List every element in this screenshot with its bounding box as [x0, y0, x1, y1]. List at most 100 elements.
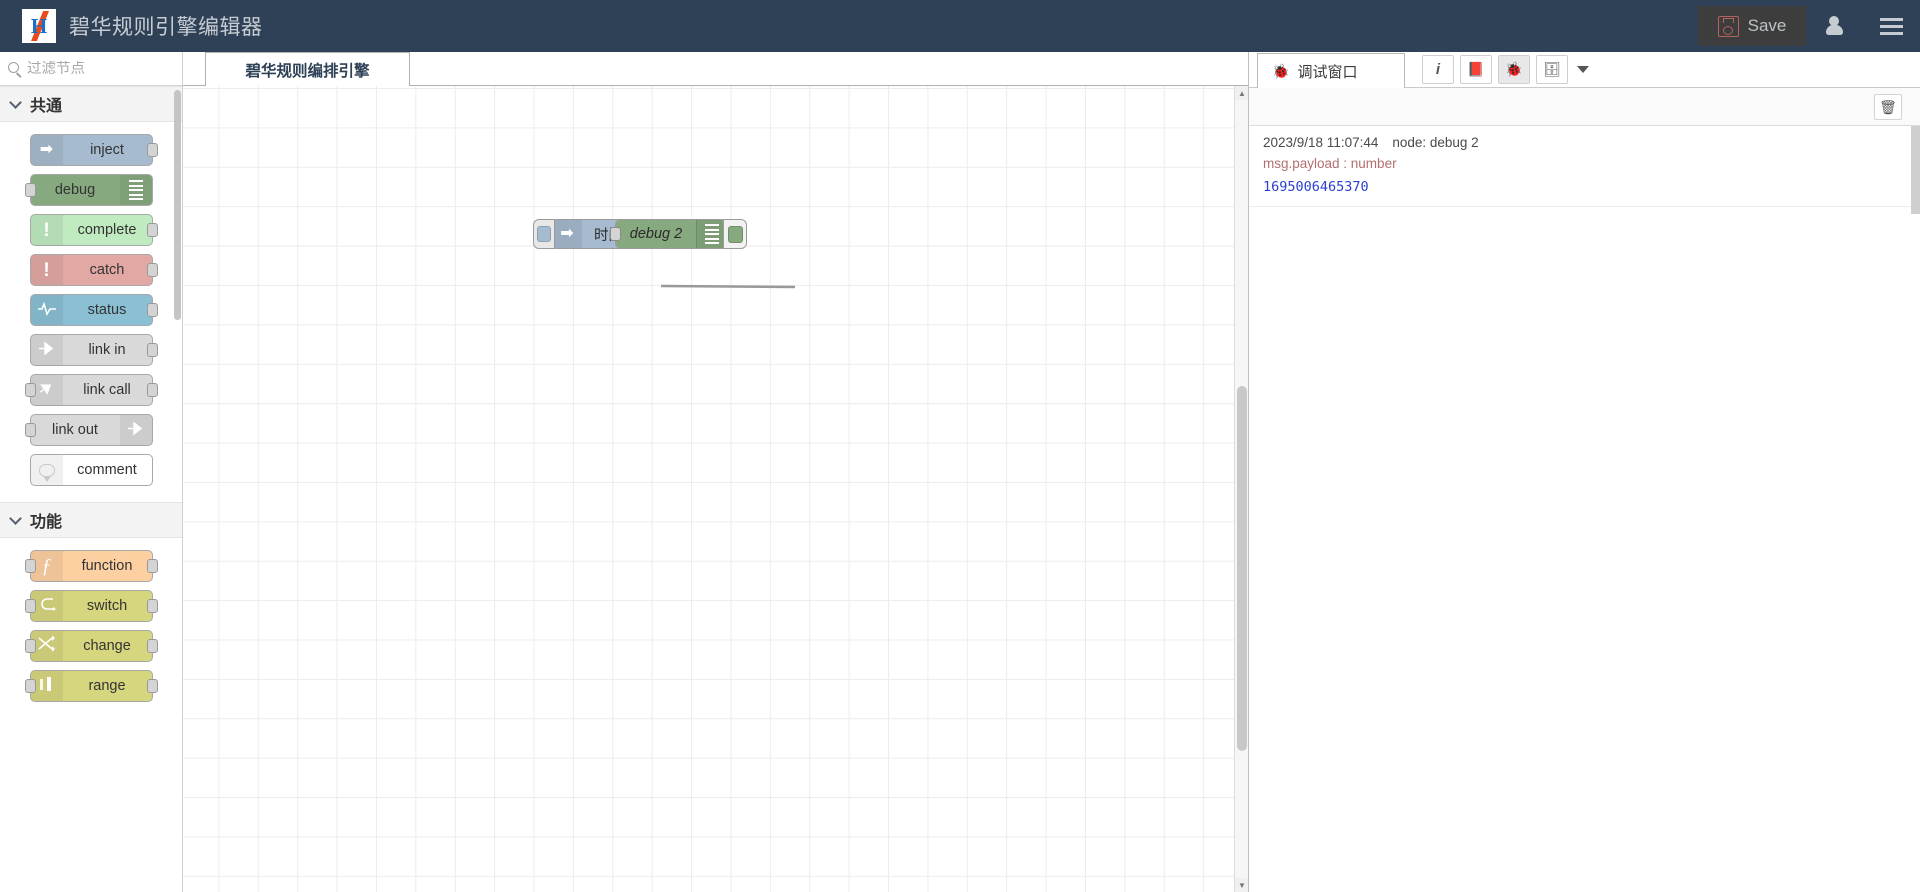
context-data-icon: 🗄 — [1543, 61, 1561, 77]
palette-node-label: comment — [77, 462, 137, 478]
palette-scroll-thumb[interactable] — [174, 90, 181, 320]
debug-toggle-button[interactable] — [723, 219, 747, 249]
node-input-port[interactable] — [24, 679, 36, 693]
palette-node-link-out[interactable]: link out — [24, 414, 153, 446]
palette-node-link-call[interactable]: link call — [24, 374, 158, 406]
palette-category-label: 共通 — [30, 98, 63, 115]
node-input-port[interactable] — [24, 423, 36, 437]
palette-node-comment[interactable]: comment — [29, 454, 153, 486]
debug-scrollbar[interactable] — [1911, 126, 1920, 892]
link-arrow-icon — [126, 421, 145, 439]
app-logo: H — [22, 9, 56, 43]
debug-bug-icon: 🐞 — [1505, 61, 1523, 77]
palette-node-status[interactable]: status — [29, 294, 158, 326]
palette-node-list: ƒ function switch change range — [0, 538, 182, 718]
flow-node-icon — [696, 220, 726, 248]
palette-node-label: function — [81, 558, 133, 574]
palette-node-debug[interactable]: debug — [24, 174, 153, 206]
help-book-button[interactable]: 📕 — [1460, 55, 1492, 84]
page-title: 碧华规则引擎编辑器 — [69, 16, 263, 39]
tab-flow[interactable]: 碧华规则编排引擎 — [205, 52, 410, 86]
node-output-port[interactable] — [146, 303, 158, 317]
context-data-button[interactable]: 🗄 — [1536, 55, 1568, 84]
node-output-port[interactable] — [146, 559, 158, 573]
change-icon — [37, 634, 56, 657]
lines-icon — [704, 224, 719, 244]
palette-node-icon — [30, 295, 63, 325]
info-icon: i — [1435, 61, 1441, 78]
function-f-icon: ƒ — [41, 555, 52, 577]
header-actions: Save — [1698, 0, 1920, 52]
debug-toolbar: 🗑 — [1249, 88, 1920, 126]
flow-canvas[interactable]: ➡时间戳debug 2 — [183, 86, 1248, 892]
palette-category-共通[interactable]: 共通 — [0, 86, 182, 122]
trash-icon: 🗑 — [1879, 98, 1897, 115]
palette-node-list: ➡ inject debug ! complete! catch status link in… — [0, 122, 182, 502]
palette-node-change[interactable]: change — [24, 630, 158, 662]
palette-node-icon — [30, 335, 63, 365]
clear-debug-button[interactable]: 🗑 — [1874, 93, 1902, 120]
node-input-port[interactable] — [610, 227, 621, 241]
chevron-down-icon — [9, 95, 22, 109]
palette-node-label: inject — [90, 142, 124, 158]
palette-node-inject[interactable]: ➡ inject — [29, 134, 158, 166]
palette-node-label: catch — [89, 262, 125, 278]
search-input[interactable] — [27, 60, 177, 77]
palette-node-range[interactable]: range — [24, 670, 158, 702]
debug-message[interactable]: 2023/9/18 11:07:44 node: debug 2 msg.paylo… — [1249, 126, 1920, 207]
debug-source-node[interactable]: node: debug 2 — [1392, 135, 1478, 150]
node-input-port[interactable] — [24, 559, 36, 573]
palette-node-function[interactable]: ƒ function — [24, 550, 158, 582]
canvas-scroll-thumb[interactable] — [1237, 386, 1247, 751]
palette-node-label: range — [88, 678, 126, 694]
node-input-port[interactable] — [24, 639, 36, 653]
palette-node-label: link call — [83, 382, 131, 398]
palette-search-bar[interactable] — [0, 52, 182, 86]
palette-node-icon — [119, 415, 152, 445]
node-output-port[interactable] — [146, 599, 158, 613]
debug-bug-button[interactable]: 🐞 — [1498, 55, 1530, 84]
scroll-up-arrow[interactable]: ▲ — [1235, 86, 1249, 100]
tab-debug-window-label: 调试窗口 — [1297, 63, 1358, 81]
user-menu-button[interactable] — [1806, 0, 1862, 52]
node-input-port[interactable] — [24, 183, 36, 197]
palette-node-switch[interactable]: switch — [24, 590, 158, 622]
app-header: H 碧华规则引擎编辑器 Save — [0, 0, 1920, 52]
palette-category-功能[interactable]: 功能 — [0, 502, 182, 538]
chevron-down-icon[interactable] — [1577, 66, 1589, 73]
canvas-vertical-scrollbar[interactable]: ▲ ▼ — [1234, 86, 1249, 892]
palette-scrollbar[interactable] — [174, 86, 181, 892]
save-button[interactable]: Save — [1698, 6, 1806, 46]
palette-node-label: complete — [77, 222, 137, 238]
main-menu-button[interactable] — [1862, 0, 1920, 52]
flow-node-debug[interactable]: debug 2 — [610, 219, 747, 249]
node-output-port[interactable] — [146, 223, 158, 237]
node-output-port[interactable] — [146, 679, 158, 693]
palette-node-icon: ! — [30, 255, 63, 285]
node-output-port[interactable] — [146, 263, 158, 277]
node-output-port[interactable] — [146, 639, 158, 653]
tab-flow-label: 碧华规则编排引擎 — [245, 62, 370, 80]
tab-debug-window[interactable]: 🐞 调试窗口 — [1257, 53, 1405, 88]
palette-node-complete[interactable]: ! complete — [29, 214, 158, 246]
inject-trigger-button[interactable] — [533, 219, 555, 249]
node-input-port[interactable] — [24, 383, 36, 397]
palette-node-link-in[interactable]: link in — [29, 334, 158, 366]
info-button[interactable]: i — [1422, 55, 1454, 84]
node-output-port[interactable] — [146, 343, 158, 357]
debug-value: 1695006465370 — [1263, 179, 1369, 195]
debug-property: msg.payload : number — [1263, 156, 1397, 171]
sidebar-tabrow: 🐞 调试窗口 i 📕 🐞 🗄 — [1249, 52, 1920, 88]
palette-node-catch[interactable]: ! catch — [29, 254, 158, 286]
node-input-port[interactable] — [24, 599, 36, 613]
debug-scroll-thumb[interactable] — [1911, 126, 1920, 214]
node-output-port[interactable] — [146, 383, 158, 397]
palette-node-icon — [119, 175, 152, 205]
scroll-down-arrow[interactable]: ▼ — [1235, 878, 1249, 892]
palette-node-label: link in — [88, 342, 126, 358]
pulse-icon — [37, 301, 57, 319]
flow-wire — [660, 284, 796, 289]
search-icon — [8, 62, 21, 75]
node-output-port[interactable] — [146, 143, 158, 157]
hamburger-menu-icon — [1879, 17, 1903, 21]
